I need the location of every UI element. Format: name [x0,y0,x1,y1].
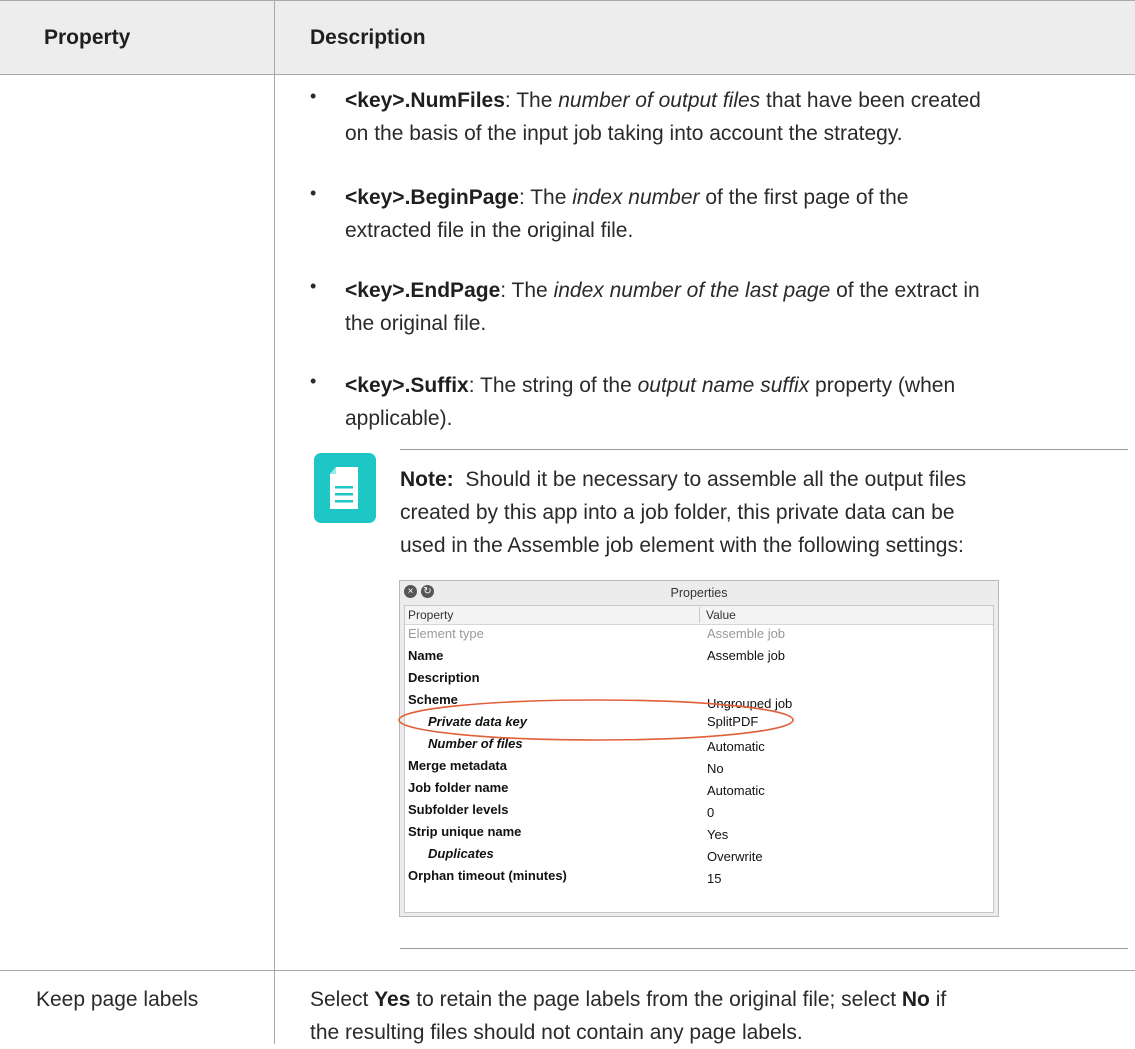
grid-value: Assemble job [707,648,786,663]
bullet-text: that have been created [760,89,981,112]
bullet-numfiles: <key>.NumFiles: The number of output fil… [345,84,1135,150]
note-label: Note: [400,468,454,491]
grid-key: Duplicates [428,846,494,861]
bullet-text-line2: applicable). [345,407,453,430]
row-divider [0,970,1135,971]
bullet-key: <key>.NumFiles [345,89,505,112]
bullet-text: : The [504,89,559,112]
grid-row: Job folder name Automatic [405,777,993,799]
grid-value: Assemble job [707,626,786,641]
bullet-text: of the extract in [830,279,980,302]
column-divider [274,0,275,1044]
bullet-suffix: <key>.Suffix: The string of the output n… [345,369,1135,435]
properties-grid: Property Value Element type Assemble job … [404,605,994,913]
bullet-dot: • [310,86,317,106]
bullet-emphasis: index number of the last page [553,279,831,302]
header-property: Property [44,26,131,49]
bullet-text: : The string of the [468,374,638,397]
grid-key: Element type [408,626,484,641]
grid-key: Merge metadata [408,758,507,773]
grid-row: Strip unique name Yes [405,821,993,843]
note-line: used in the Assemble job element with th… [400,534,964,557]
grid-row: Name Assemble job [405,645,993,667]
bullet-text-line2: extracted file in the original file. [345,219,634,242]
bullet-text-line2: the original file. [345,312,487,335]
desc-yes: Yes [374,988,411,1011]
desc-text: to retain the page labels from the origi… [410,988,902,1011]
grid-key: Strip unique name [408,824,522,839]
grid-col-divider [699,607,700,623]
desc-text-line2: the resulting files should not contain a… [310,1021,803,1044]
grid-row: Description [405,667,993,689]
bullet-key: <key>.EndPage [345,279,501,302]
bullet-text: of the first page of the [699,186,909,209]
note-line: created by this app into a job folder, t… [400,501,955,524]
row-description-keep-page-labels: Select Yes to retain the page labels fro… [310,983,1130,1049]
bullet-emphasis: output name suffix [637,374,810,397]
bullet-emphasis: index number [572,186,700,209]
bullet-text-line2: on the basis of the input job taking int… [345,122,903,145]
note-icon [314,453,376,523]
grid-key: Subfolder levels [408,802,509,817]
note-line: Should it be necessary to assemble all t… [453,468,967,491]
note-text: Note: Should it be necessary to assemble… [400,463,1130,562]
grid-row: Subfolder levels 0 [405,799,993,821]
grid-col-property: Property [408,608,454,622]
bullet-dot: • [310,276,317,296]
table-header: Property Description [0,0,1135,75]
grid-row: Merge metadata No [405,755,993,777]
bullet-text: : The [500,279,554,302]
highlight-ellipse [398,699,794,741]
desc-text: if [929,988,947,1011]
header-description: Description [310,26,426,49]
grid-key: Description [408,670,480,685]
bullet-emphasis: number of output files [558,89,761,112]
desc-no: No [901,988,930,1011]
grid-row: Orphan timeout (minutes) 15 [405,865,993,887]
bullet-key: <key>.BeginPage [345,186,519,209]
grid-row: Element type Assemble job [405,623,993,645]
bullet-endpage: <key>.EndPage: The index number of the l… [345,274,1135,340]
bullet-dot: • [310,371,317,391]
grid-key: Job folder name [408,780,509,795]
note-top-rule [400,449,1128,450]
grid-key: Orphan timeout (minutes) [408,868,567,883]
row-property-keep-page-labels: Keep page labels [36,988,199,1011]
grid-value: 15 [707,871,722,886]
bullet-text: : The [518,186,573,209]
dialog-title: Properties [670,586,728,600]
bullet-key: <key>.Suffix [345,374,469,397]
desc-text: Select [310,988,375,1011]
grid-key: Name [408,648,444,663]
bullet-beginpage: <key>.BeginPage: The index number of the… [345,181,1135,247]
note-bottom-rule [400,948,1128,949]
bullet-dot: • [310,183,317,203]
properties-dialog-screenshot: × ↻ Properties Property Value Element ty… [399,580,999,917]
grid-col-value: Value [706,608,736,622]
bullet-text: property (when [809,374,956,397]
grid-row: Duplicates Overwrite [405,843,993,865]
